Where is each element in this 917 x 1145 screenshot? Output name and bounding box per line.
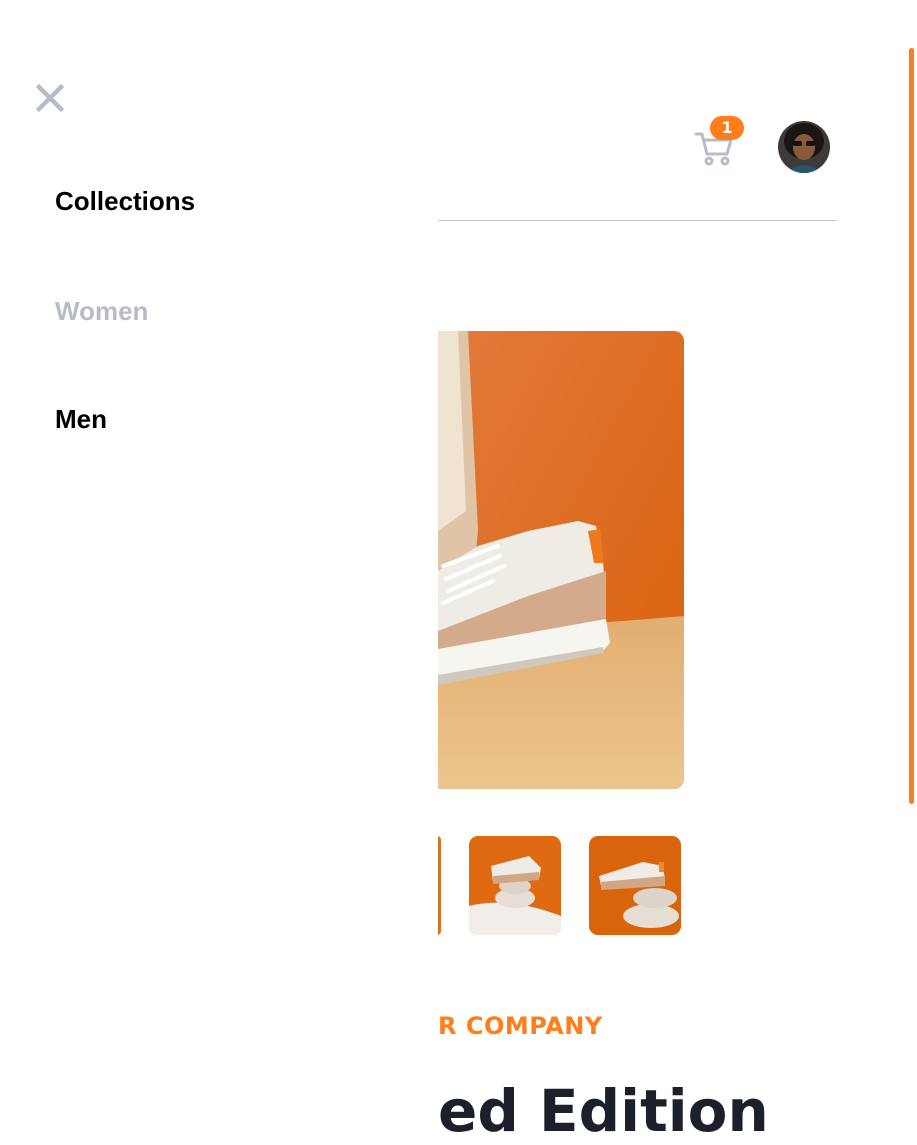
avatar-image [778, 121, 830, 173]
mobile-nav-menu: Collections Women Men [0, 0, 438, 1143]
cart-button[interactable]: 1 [694, 116, 744, 168]
avatar[interactable] [778, 121, 830, 173]
scrollbar[interactable] [909, 48, 914, 804]
close-icon [35, 83, 65, 113]
company-name: R COMPANY [438, 1012, 603, 1040]
product-thumbnail-3[interactable] [589, 836, 681, 935]
cart-count-badge: 1 [710, 116, 744, 140]
close-menu-button[interactable] [34, 82, 66, 114]
thumbnail-image [469, 836, 561, 935]
nav-item-women[interactable]: Women [55, 296, 148, 327]
product-title: ed Edition [438, 1077, 769, 1145]
nav-item-collections[interactable]: Collections [55, 186, 195, 217]
header-divider [438, 220, 837, 221]
product-main-image[interactable] [438, 331, 684, 789]
product-thumbnail-2[interactable] [469, 836, 561, 935]
sneaker-image [438, 331, 684, 789]
thumbnail-image [589, 836, 681, 935]
nav-item-men[interactable]: Men [55, 404, 107, 435]
